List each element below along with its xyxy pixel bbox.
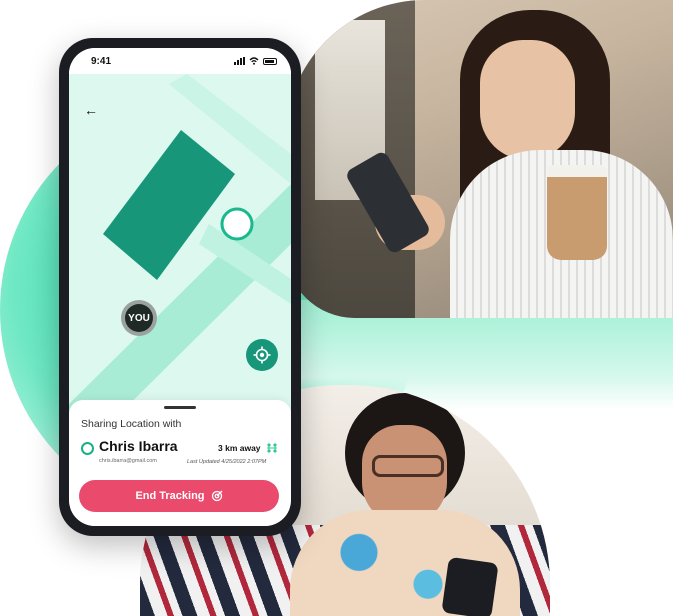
status-time: 9:41 — [91, 55, 112, 67]
contact-email: chris.ibarra@gmail.com — [99, 458, 157, 464]
contact-name: Chris Ibarra — [99, 438, 178, 454]
phone-screen: 9:41 ← YOU Sharing Location with Chris I… — [69, 48, 291, 526]
you-label: YOU — [125, 304, 153, 332]
phone-mockup: 9:41 ← YOU Sharing Location with Chris I… — [59, 38, 301, 536]
distance-icon — [267, 443, 277, 453]
wifi-icon — [249, 57, 259, 65]
location-sharing-sheet: Sharing Location with Chris Ibarra chris… — [69, 400, 291, 526]
photo-woman-with-coffee — [285, 0, 673, 318]
signal-icon — [234, 57, 245, 65]
sheet-title: Sharing Location with — [81, 418, 182, 430]
locate-icon — [253, 346, 271, 364]
battery-icon — [263, 57, 277, 65]
end-tracking-label: End Tracking — [135, 490, 205, 502]
back-arrow-icon: ← — [84, 102, 98, 118]
sheet-drag-handle[interactable] — [164, 406, 196, 409]
contact-status-ring-icon — [81, 442, 94, 455]
you-marker[interactable]: YOU — [121, 300, 157, 336]
last-updated-text: Last Updated 4/25/2022 2:07PM — [187, 459, 267, 465]
map-view[interactable] — [69, 74, 291, 444]
locate-button[interactable] — [246, 339, 278, 371]
map-graphic — [69, 74, 291, 444]
tracking-icon — [211, 490, 222, 502]
status-icons — [234, 57, 277, 65]
back-button[interactable]: ← — [81, 100, 101, 120]
end-tracking-button[interactable]: End Tracking — [79, 480, 279, 512]
status-bar: 9:41 — [69, 48, 291, 74]
distance-text: 3 km away — [218, 443, 261, 453]
